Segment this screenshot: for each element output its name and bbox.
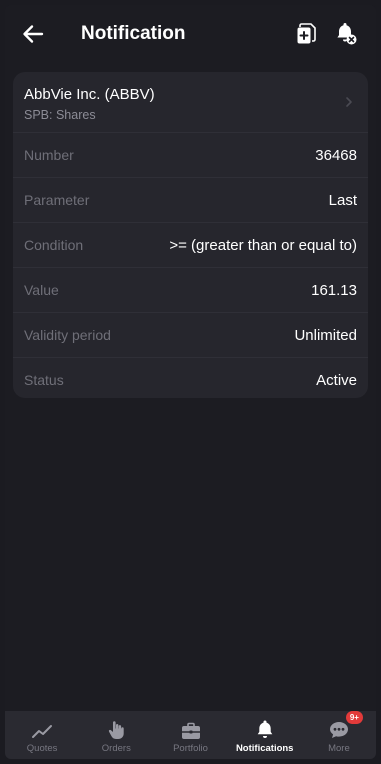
hand-pointer-icon	[109, 721, 124, 739]
detail-label: Number	[24, 147, 74, 163]
delete-notification-button[interactable]	[326, 14, 366, 54]
nav-label: Orders	[101, 743, 131, 754]
detail-row-number: Number 36468	[13, 133, 368, 178]
nav-more[interactable]: 9+ More	[302, 711, 376, 759]
chart-line-icon	[32, 725, 53, 738]
notification-count-badge: 9+	[345, 711, 363, 724]
instrument-row[interactable]: AbbVie Inc. (ABBV) SPB: Shares	[13, 72, 368, 133]
page-title: Notification	[81, 23, 186, 44]
notification-details-card: AbbVie Inc. (ABBV) SPB: Shares Number 36…	[13, 72, 368, 398]
chevron-right-icon	[346, 97, 352, 107]
detail-label: Condition	[24, 237, 84, 253]
nav-quotes[interactable]: Quotes	[5, 711, 79, 759]
top-app-bar: Notification	[5, 5, 376, 63]
copy-add-icon	[297, 23, 316, 44]
detail-label: Parameter	[24, 192, 90, 208]
nav-label: Notifications	[235, 743, 294, 754]
bottom-navigation: Quotes Orders Portfolio Notifications 9+…	[5, 711, 376, 759]
nav-label: Portfolio	[173, 743, 208, 754]
instrument-name: AbbVie Inc. (ABBV)	[24, 86, 155, 103]
detail-label: Value	[24, 282, 59, 298]
detail-row-validity-period: Validity period Unlimited	[13, 313, 368, 358]
nav-orders[interactable]: Orders	[79, 711, 153, 759]
detail-label: Validity period	[24, 327, 111, 343]
instrument-exchange: SPB: Shares	[24, 108, 96, 122]
bell-remove-icon	[337, 23, 357, 45]
detail-row-parameter: Parameter Last	[13, 178, 368, 223]
bell-icon	[257, 720, 273, 738]
nav-label: More	[328, 743, 350, 754]
detail-value: Last	[328, 191, 357, 209]
app-frame: Notification AbbVie Inc. (ABBV) SPB: Sha…	[5, 5, 376, 759]
detail-row-status: Status Active	[13, 358, 368, 402]
detail-value: >= (greater than or equal to)	[169, 236, 357, 254]
nav-label: Quotes	[26, 743, 58, 754]
briefcase-icon	[181, 722, 200, 739]
arrow-left-icon	[23, 25, 44, 43]
detail-row-value: Value 161.13	[13, 268, 368, 313]
header-actions	[286, 14, 366, 54]
detail-value: Active	[316, 371, 357, 389]
detail-row-condition: Condition >= (greater than or equal to)	[13, 223, 368, 268]
detail-label: Status	[24, 372, 64, 388]
nav-portfolio[interactable]: Portfolio	[153, 711, 227, 759]
detail-value: Unlimited	[294, 326, 357, 344]
detail-value: 161.13	[311, 281, 357, 299]
more-dots-icon	[329, 722, 348, 738]
nav-notifications[interactable]: Notifications	[228, 711, 302, 759]
back-button[interactable]	[13, 14, 53, 54]
detail-value: 36468	[315, 146, 357, 164]
duplicate-button[interactable]	[286, 14, 326, 54]
